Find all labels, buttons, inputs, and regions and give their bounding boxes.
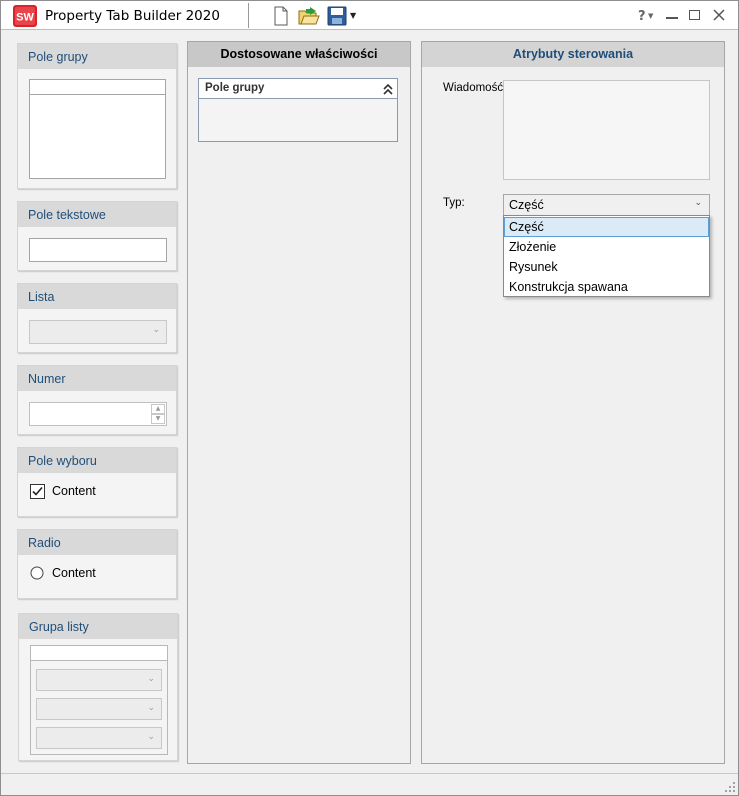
chevron-down-icon: ⌄ bbox=[147, 703, 155, 713]
save-dropdown-arrow-icon[interactable]: ▼ bbox=[350, 11, 356, 20]
palette-group-box-card[interactable]: Pole grupy bbox=[17, 43, 177, 189]
list-group-combo: ⌄ bbox=[36, 727, 162, 749]
help-icon[interactable]: ? ▼ bbox=[638, 8, 653, 25]
new-file-icon[interactable] bbox=[271, 6, 291, 26]
palette-list-card[interactable]: Lista ⌄ bbox=[17, 283, 177, 353]
custom-group-title: Pole grupy bbox=[205, 82, 265, 94]
custom-properties-panel: Dostosowane właściwości Pole grupy bbox=[187, 41, 411, 764]
message-textarea[interactable] bbox=[503, 80, 710, 180]
type-option-zlozenie[interactable]: Złożenie bbox=[504, 237, 709, 257]
custom-group-header: Pole grupy bbox=[199, 79, 397, 99]
chevron-down-icon: ⌄ bbox=[694, 198, 702, 208]
solidworks-logo-icon: SW bbox=[13, 5, 37, 27]
control-attributes-header: Atrybuty sterowania bbox=[422, 42, 724, 67]
type-combobox[interactable]: Część ⌄ bbox=[503, 194, 710, 217]
type-selected-value: Część bbox=[509, 198, 544, 212]
list-group-combo: ⌄ bbox=[36, 698, 162, 720]
group-box-preview bbox=[29, 79, 166, 179]
control-attributes-panel: Atrybuty sterowania Wiadomość: Typ: Częś… bbox=[421, 41, 725, 764]
double-chevron-up-icon[interactable] bbox=[383, 83, 393, 95]
save-icon[interactable] bbox=[327, 6, 347, 26]
custom-group-box[interactable]: Pole grupy bbox=[198, 78, 398, 142]
palette-list-title: Lista bbox=[18, 284, 176, 309]
checkbox-label: Content bbox=[52, 484, 96, 498]
palette-radio-title: Radio bbox=[18, 530, 176, 555]
status-bar bbox=[1, 773, 738, 795]
svg-text:SW: SW bbox=[16, 12, 34, 24]
message-label: Wiadomość: bbox=[443, 82, 507, 94]
list-combo-preview: ⌄ bbox=[29, 320, 167, 344]
open-folder-icon[interactable] bbox=[298, 5, 320, 26]
checkbox-checked-icon bbox=[30, 484, 45, 499]
radio-unchecked-icon bbox=[30, 566, 44, 580]
close-icon[interactable] bbox=[713, 9, 725, 21]
title-bar: SW Property Tab Builder 2020 ▼ ? ▼ bbox=[1, 1, 738, 30]
custom-properties-header: Dostosowane właściwości bbox=[188, 42, 410, 67]
list-group-combo: ⌄ bbox=[36, 669, 162, 691]
spin-down-icon: ▼ bbox=[151, 414, 165, 424]
chevron-down-icon: ⌄ bbox=[152, 325, 160, 335]
palette-number-title: Numer bbox=[18, 366, 176, 391]
chevron-down-icon: ⌄ bbox=[147, 674, 155, 684]
property-tab-builder-window: SW Property Tab Builder 2020 ▼ ? ▼ Pole bbox=[0, 0, 739, 796]
type-option-czesc[interactable]: Część bbox=[504, 217, 709, 237]
radio-label: Content bbox=[52, 566, 96, 580]
text-box-preview bbox=[29, 238, 167, 262]
help-label: ? bbox=[638, 9, 646, 24]
palette-list-group-card[interactable]: Grupa listy ⌄ ⌄ ⌄ bbox=[18, 613, 178, 761]
list-group-preview: ⌄ ⌄ ⌄ bbox=[30, 645, 168, 755]
type-dropdown-list: Część Złożenie Rysunek Konstrukcja spawa… bbox=[503, 215, 710, 297]
palette-checkbox-card[interactable]: Pole wyboru Content bbox=[17, 447, 177, 517]
palette-number-card[interactable]: Numer ▲ ▼ bbox=[17, 365, 177, 435]
title-separator bbox=[248, 3, 249, 28]
chevron-down-icon: ⌄ bbox=[147, 732, 155, 742]
palette-radio-card[interactable]: Radio Content bbox=[17, 529, 177, 599]
minimize-icon[interactable] bbox=[666, 7, 678, 19]
spin-up-icon: ▲ bbox=[151, 404, 165, 414]
palette-list-group-title: Grupa listy bbox=[19, 614, 177, 639]
number-spinner-preview: ▲ ▼ bbox=[29, 402, 167, 426]
palette-group-box-title: Pole grupy bbox=[18, 44, 176, 69]
window-title: Property Tab Builder 2020 bbox=[45, 8, 220, 24]
maximize-icon[interactable] bbox=[689, 10, 700, 20]
palette-text-box-title: Pole tekstowe bbox=[18, 202, 176, 227]
resize-grip-icon[interactable] bbox=[724, 781, 736, 793]
palette-checkbox-title: Pole wyboru bbox=[18, 448, 176, 473]
palette-text-box-card[interactable]: Pole tekstowe bbox=[17, 201, 177, 271]
type-option-rysunek[interactable]: Rysunek bbox=[504, 257, 709, 277]
type-label: Typ: bbox=[443, 197, 465, 209]
type-option-konstrukcja-spawana[interactable]: Konstrukcja spawana bbox=[504, 277, 709, 297]
